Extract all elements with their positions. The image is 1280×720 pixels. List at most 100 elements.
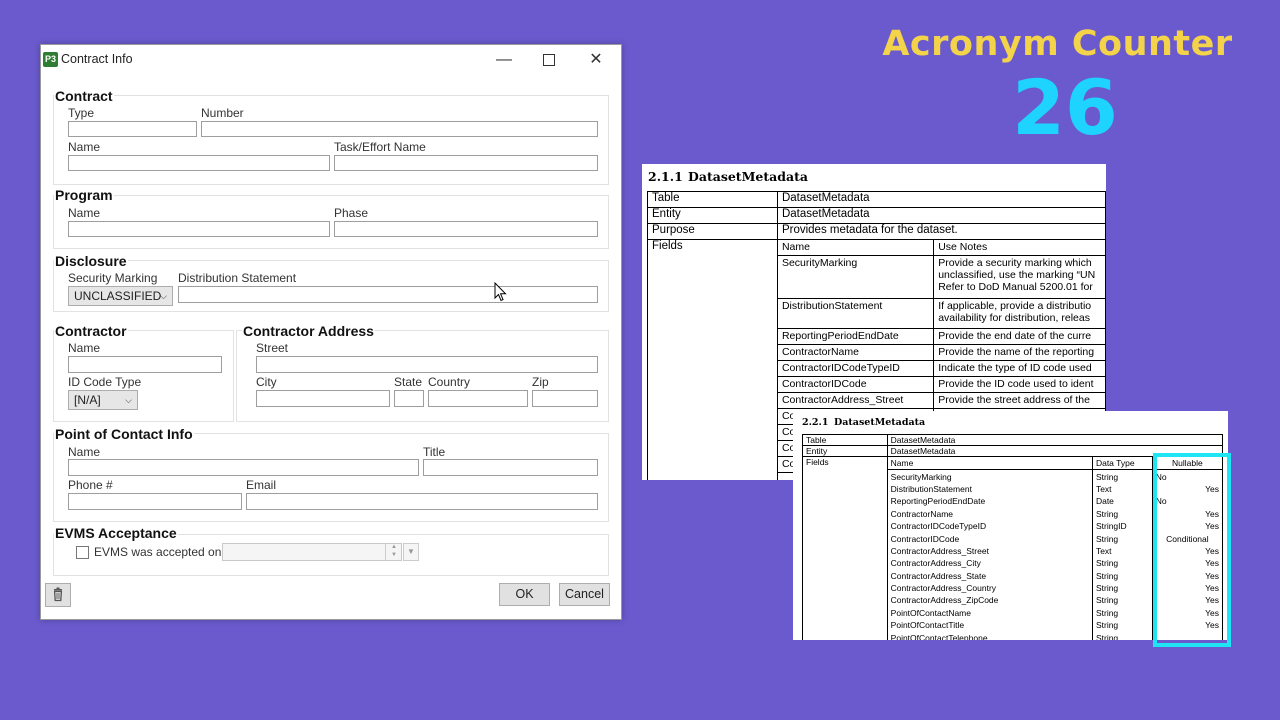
security-marking-select[interactable]: UNCLASSIFIED ⌵ <box>68 286 173 306</box>
contract-group <box>53 95 609 185</box>
zip-input[interactable] <box>532 390 598 407</box>
minimize-button[interactable]: — <box>481 45 527 75</box>
use-note-line: Provide a security marking which <box>938 257 1092 269</box>
state-input[interactable] <box>394 390 424 407</box>
window-title: Contract Info <box>61 52 133 66</box>
email-input[interactable] <box>246 493 598 510</box>
table-row: ContractorAddress_Street Provide the stre… <box>778 392 1105 409</box>
title-bar[interactable]: P3 Contract Info — ✕ <box>41 45 621 75</box>
program-name-label: Name <box>68 206 101 220</box>
acronym-counter-value: 26 <box>1012 63 1118 152</box>
state-label: State <box>394 375 423 389</box>
id-code-type-label: ID Code Type <box>68 375 142 389</box>
field-data-type: String <box>1092 606 1153 620</box>
distribution-statement-input[interactable] <box>178 286 598 303</box>
street-label: Street <box>256 341 289 355</box>
contractor-group-title: Contractor <box>54 323 128 339</box>
contract-info-dialog: P3 Contract Info — ✕ Contract Type Numbe… <box>40 44 622 620</box>
poc-name-input[interactable] <box>68 459 419 476</box>
field-name: PointOfContactTelephone <box>887 631 1093 640</box>
field-data-type: String <box>1092 569 1153 582</box>
distribution-statement-label: Distribution Statement <box>178 271 297 285</box>
field-use-notes: Provide the street address of the <box>933 392 1105 409</box>
field-use-notes: If applicable, provide a distributio avai… <box>933 298 1105 329</box>
row-value: DatasetMetadata <box>776 207 1106 224</box>
zip-label: Zip <box>532 375 549 389</box>
table-row: ContractorIDCodeTypeID Indicate the type … <box>778 360 1105 377</box>
field-name: ContractorAddress_ZipCode <box>887 594 1093 607</box>
date-dropdown-button[interactable]: ▼ <box>403 543 419 561</box>
program-phase-input[interactable] <box>334 221 598 237</box>
field-name: ReportingPeriodEndDate <box>887 495 1093 508</box>
field-data-type: String <box>1092 581 1153 595</box>
row-key: Entity <box>647 207 778 224</box>
contract-type-input[interactable] <box>68 121 197 137</box>
contract-number-label: Number <box>201 106 244 120</box>
row-key: Fields <box>647 239 778 480</box>
maximize-icon <box>543 53 555 66</box>
column-header: Data Type <box>1092 457 1153 471</box>
maximize-button[interactable] <box>526 45 572 75</box>
contract-name-label: Name <box>68 140 101 154</box>
trash-icon <box>53 587 63 602</box>
table-header-row: Name Use Notes <box>778 240 1105 256</box>
program-name-input[interactable] <box>68 221 330 237</box>
close-button[interactable]: ✕ <box>573 45 619 75</box>
row-key: Table <box>802 434 888 446</box>
use-note-line: Provide the end date of the curre <box>938 330 1092 342</box>
poc-title-label: Title <box>423 445 446 459</box>
city-input[interactable] <box>256 390 390 407</box>
use-note-line: Provide the street address of the <box>938 394 1090 406</box>
row-key: Fields <box>802 456 888 640</box>
field-name: DistributionStatement <box>887 482 1093 496</box>
field-data-type: String <box>1092 594 1153 607</box>
ok-button[interactable]: OK <box>499 583 550 606</box>
field-name: DistributionStatement <box>778 298 935 329</box>
contractor-name-input[interactable] <box>68 356 222 373</box>
field-use-notes: Provide a security marking which unclassi… <box>933 255 1105 299</box>
task-effort-name-input[interactable] <box>334 155 598 171</box>
field-use-notes: Provide the name of the reporting <box>933 344 1105 361</box>
program-group-title: Program <box>54 187 114 203</box>
phone-input[interactable] <box>68 493 242 510</box>
evms-date-input[interactable] <box>222 543 402 561</box>
field-data-type: String <box>1092 469 1153 483</box>
field-name: ContractorAddress_Country <box>887 581 1093 595</box>
date-spinner[interactable]: ▲ ▼ <box>385 543 402 561</box>
country-label: Country <box>428 375 471 389</box>
cancel-button[interactable]: Cancel <box>559 583 610 606</box>
field-name: ContractorIDCodeTypeID <box>887 519 1093 533</box>
field-name: PointOfContactName <box>887 606 1093 620</box>
poc-name-label: Name <box>68 445 101 459</box>
field-name: ContractorAddress_City <box>887 557 1093 570</box>
field-data-type: String <box>1092 532 1153 545</box>
section-title: DatasetMetadata <box>688 169 808 184</box>
evms-accepted-label: EVMS was accepted on <box>94 545 222 559</box>
security-marking-value: UNCLASSIFIED <box>74 289 162 303</box>
country-input[interactable] <box>428 390 528 407</box>
field-name: ContractorName <box>778 344 935 361</box>
contractor-name-label: Name <box>68 341 101 355</box>
field-name: ContractorIDCode <box>887 532 1093 545</box>
delete-button[interactable] <box>45 583 71 607</box>
id-code-type-value: [N/A] <box>74 393 101 407</box>
row-value: DatasetMetadata <box>776 191 1106 208</box>
point-of-contact-group-title: Point of Contact Info <box>54 426 194 442</box>
contract-name-input[interactable] <box>68 155 330 171</box>
street-input[interactable] <box>256 356 598 373</box>
field-data-type: StringID <box>1092 519 1153 533</box>
table-row: DistributionStatement If applicable, prov… <box>778 298 1105 329</box>
chevron-down-icon: ⌵ <box>160 291 167 301</box>
field-name: SecurityMarking <box>778 255 935 299</box>
field-name: ReportingPeriodEndDate <box>778 328 935 345</box>
evms-acceptance-group-title: EVMS Acceptance <box>54 525 178 541</box>
id-code-type-select[interactable]: [N/A] ⌵ <box>68 390 138 410</box>
chevron-down-icon: ⌵ <box>125 395 132 405</box>
poc-title-input[interactable] <box>423 459 598 476</box>
evms-accepted-checkbox[interactable] <box>76 546 89 559</box>
acronym-counter-title: Acronym Counter <box>882 24 1233 64</box>
row-key: Entity <box>802 445 888 457</box>
contract-number-input[interactable] <box>201 121 598 137</box>
section-heading: 2.1.1 DatasetMetadata <box>648 169 808 184</box>
field-data-type: String <box>1092 631 1153 640</box>
